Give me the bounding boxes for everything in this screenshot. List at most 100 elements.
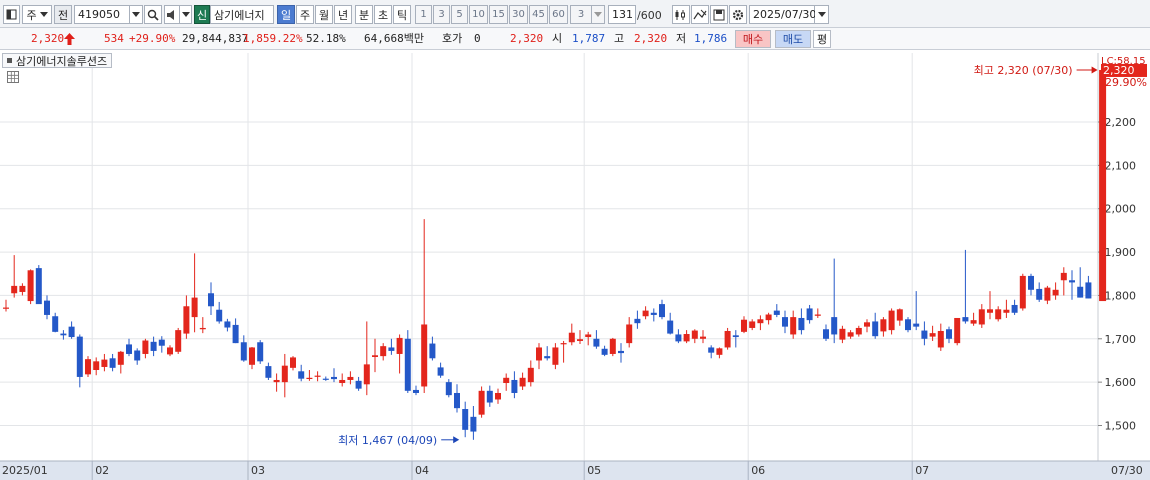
quote-bar: 2,320 534 +29.90% 29,844,837 1,859.22% 5…	[0, 28, 1150, 50]
candle-body	[724, 330, 731, 348]
candle-style-button[interactable]	[672, 5, 690, 24]
price-chart[interactable]: 1,500 1,600 1,700 1,800 1,900 2,000 2,100 2,200…	[0, 50, 1150, 480]
x-tick-label: 07/30	[1111, 464, 1143, 477]
plot-area	[0, 53, 1098, 461]
candle-body	[511, 379, 518, 393]
candle	[27, 269, 34, 305]
candle-body	[265, 366, 272, 378]
candle-body	[35, 268, 42, 305]
interval-5[interactable]: 5	[451, 5, 468, 24]
candle-body	[962, 317, 969, 322]
y-tick-label: 1,500	[1105, 420, 1137, 433]
prev-label: 전	[57, 8, 69, 22]
indicator-button[interactable]	[691, 5, 709, 24]
hoga-label: 호가	[442, 32, 463, 45]
interval-3[interactable]: 3	[433, 5, 450, 24]
candle-body	[454, 392, 460, 409]
candle-body	[683, 334, 690, 342]
save-icon	[713, 9, 725, 20]
tab-tick[interactable]: 틱	[393, 5, 411, 24]
date-input[interactable]: 2025/07/30	[749, 5, 817, 24]
candle-body	[954, 317, 961, 344]
stock-name-value: 삼기에너지	[214, 8, 265, 22]
current-price: 2,320	[31, 32, 65, 45]
x-tick-label: 03	[251, 464, 265, 477]
interval-1[interactable]: 1	[415, 5, 432, 24]
interval-30[interactable]: 30	[509, 5, 528, 24]
save-button[interactable]	[710, 5, 728, 24]
candle-body	[44, 300, 50, 315]
candle-body	[495, 392, 501, 400]
interval-15[interactable]: 15	[489, 5, 508, 24]
y-tick-label: 1,600	[1105, 376, 1137, 389]
candle-body	[864, 322, 870, 327]
tab-month[interactable]: 월	[315, 5, 333, 24]
candle-body	[1019, 275, 1026, 309]
candle-body	[421, 324, 428, 387]
tab-week[interactable]: 주	[296, 5, 314, 24]
candle-body	[995, 309, 1002, 320]
chevron-down-icon	[817, 12, 826, 17]
speaker-dropdown[interactable]	[180, 5, 192, 24]
hoga-price: 2,320	[510, 32, 544, 45]
price-change-pct: +29.90%	[129, 32, 176, 45]
stock-code-input[interactable]: 419050	[74, 5, 130, 24]
candle-body	[527, 367, 534, 383]
search-button[interactable]	[144, 5, 162, 24]
candle-body	[167, 347, 173, 355]
search-icon	[147, 9, 159, 21]
candle-body	[642, 310, 649, 317]
candle-body	[855, 327, 862, 335]
candle-body	[380, 346, 387, 357]
interval-45[interactable]: 45	[529, 5, 548, 24]
candle-body	[224, 321, 231, 328]
candle-body	[462, 409, 469, 430]
tab-second[interactable]: 초	[374, 5, 392, 24]
candle-body	[708, 347, 715, 353]
interval-input[interactable]: 3	[570, 5, 592, 24]
candle-body	[970, 320, 977, 324]
candle-body	[741, 319, 747, 332]
interval-60[interactable]: 60	[549, 5, 568, 24]
grid-icon[interactable]	[7, 71, 19, 83]
interval-dropdown[interactable]	[592, 5, 605, 24]
candle-body	[880, 319, 887, 332]
candle-body	[1060, 272, 1067, 281]
chevron-down-icon	[181, 12, 190, 17]
candle	[257, 340, 264, 364]
tab-minute[interactable]: 분	[355, 5, 373, 24]
candle-body	[388, 347, 395, 351]
candle-body	[1069, 280, 1075, 283]
candle-body	[257, 342, 264, 362]
candle-body	[60, 333, 67, 336]
prev-button[interactable]: 전	[54, 5, 72, 24]
date-value: 2025/07/30	[753, 8, 817, 21]
tab-label: 월	[318, 8, 330, 22]
count-input[interactable]: 131	[608, 5, 636, 24]
stock-code-dropdown[interactable]	[130, 5, 143, 24]
window-icon[interactable]	[3, 5, 20, 24]
count-max: /600	[637, 9, 662, 22]
settings-button[interactable]	[729, 5, 747, 24]
candle-body	[913, 323, 920, 327]
candle-body	[470, 416, 477, 432]
stock-name-field[interactable]: 삼기에너지	[210, 5, 274, 24]
candle-body	[232, 324, 239, 344]
candle-body	[1052, 289, 1059, 296]
buy-button[interactable]: 매수	[735, 30, 771, 48]
interval-10[interactable]: 10	[469, 5, 488, 24]
tab-day[interactable]: 일	[277, 5, 295, 24]
price-change: 534	[104, 32, 124, 45]
period-select[interactable]: 주	[22, 5, 52, 24]
balance-button[interactable]: 평	[813, 30, 831, 48]
candle-body	[347, 376, 354, 380]
y-tick-label: 2,100	[1105, 159, 1137, 172]
sell-button[interactable]: 매도	[775, 30, 811, 48]
speaker-icon	[167, 9, 174, 20]
limit-label: LC:58.15	[1101, 56, 1146, 67]
speaker-button[interactable]	[164, 5, 180, 24]
tab-year[interactable]: 년	[334, 5, 352, 24]
candlestick-chart[interactable]: 1,500 1,600 1,700 1,800 1,900 2,000 2,100 2,200…	[0, 50, 1150, 480]
date-dropdown[interactable]	[815, 5, 829, 24]
candle-body	[68, 326, 75, 338]
